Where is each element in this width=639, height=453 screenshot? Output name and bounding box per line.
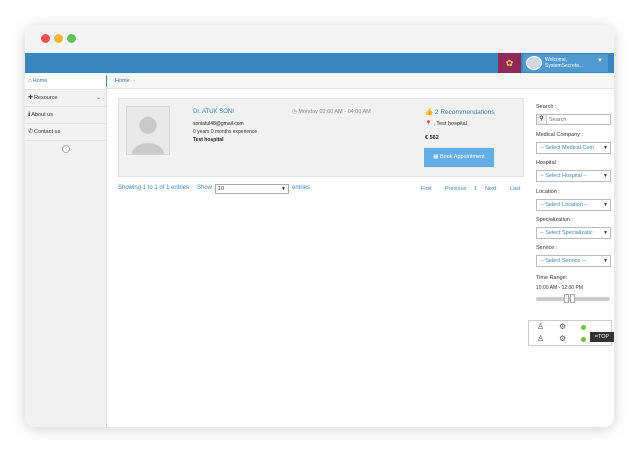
- gift-icon[interactable]: ✿: [498, 53, 521, 73]
- clock-icon: ◷: [292, 109, 297, 115]
- doctor-name-link[interactable]: Dr. ATUK SONI: [193, 109, 234, 115]
- doctor-photo: [126, 106, 170, 155]
- breadcrumb: Home ›: [107, 73, 614, 89]
- specialization-label: Specialization :: [536, 217, 573, 223]
- online-status-dot: [581, 337, 586, 342]
- specialization-select[interactable]: -- Select Specializatic ▼: [536, 227, 611, 239]
- time-range-slider-handle-start[interactable]: [564, 294, 569, 303]
- search-icon: ⚲: [537, 115, 547, 124]
- schedule-text: Monday 02:00 AM - 04:00 AM: [298, 109, 371, 115]
- pagination-first[interactable]: First: [421, 186, 432, 192]
- close-window-button[interactable]: [41, 34, 50, 43]
- sidebar-item-about[interactable]: ℹAbout us: [25, 107, 106, 124]
- gear-icon[interactable]: ⚙: [559, 334, 566, 344]
- doctor-email: soniatul48@gmail.com: [193, 121, 244, 127]
- location-text: , Test hospital: [433, 121, 467, 127]
- show-label: Show: [197, 185, 213, 191]
- sidebar-collapse-button[interactable]: ‹: [62, 145, 70, 153]
- sidebar-item-contact[interactable]: ✆Contact us: [25, 124, 106, 141]
- service-label: Service :: [536, 245, 558, 251]
- entries-label: entries: [292, 185, 311, 191]
- book-appointment-button[interactable]: ▦ Book Appointment: [424, 148, 494, 167]
- top-navbar: ✿ Welcome, SystemSecreta... ▼: [25, 53, 614, 73]
- caret-down-icon: ▼: [281, 186, 286, 192]
- sidebar-item-resource[interactable]: ✚Resource ⌄: [25, 90, 106, 107]
- caret-down-icon: ▼: [597, 58, 603, 64]
- chevron-down-icon: ⌄: [95, 95, 101, 101]
- location-select[interactable]: -- Select Location -- ▼: [536, 199, 611, 211]
- time-range-value: 10:00 AM - 12:00 PM: [536, 285, 583, 291]
- search-label: Search :: [536, 104, 557, 110]
- window-titlebar: [25, 25, 614, 53]
- entries-info: Showing 1 to 1 of 1 entries: [118, 185, 190, 191]
- time-range-slider-handle-end[interactable]: [570, 294, 575, 303]
- location-value: -- Select Location --: [540, 202, 588, 208]
- thumbs-up-icon: 👍: [425, 109, 434, 116]
- browser-window: ✿ Welcome, SystemSecreta... ▼ ⌂Home ✚Res…: [25, 25, 614, 427]
- filter-panel: Search : ⚲ Medical Company : -- Select M…: [533, 99, 614, 317]
- profile-placeholder-icon: [127, 107, 169, 154]
- hospital-select[interactable]: -- Select Hospital -- ▼: [536, 170, 611, 182]
- service-value: -- Select Service --: [540, 258, 586, 264]
- gear-icon[interactable]: ⚙: [559, 322, 566, 332]
- username-text: SystemSecreta...: [545, 63, 584, 69]
- online-status-dot: [581, 325, 586, 330]
- entries-value: 10: [218, 186, 225, 192]
- caret-down-icon: ▼: [602, 256, 608, 266]
- caret-down-icon: ▼: [602, 171, 608, 181]
- info-icon: ℹ: [28, 112, 31, 118]
- back-to-top-button[interactable]: =TOP: [590, 332, 614, 342]
- caret-down-icon: ▼: [602, 200, 608, 210]
- medical-company-select[interactable]: -- Select Medical Com ▼: [536, 142, 611, 154]
- calendar-icon: ▦: [433, 154, 439, 160]
- minimize-window-button[interactable]: [54, 34, 63, 43]
- sidebar: ⌂Home ✚Resource ⌄ ℹAbout us ✆Contact us …: [25, 73, 111, 427]
- recommendations-link[interactable]: 👍 2 Recommendations: [425, 108, 495, 116]
- specialization-value: -- Select Specializatic: [540, 230, 593, 236]
- recommendations-text: 2 Recommendations: [434, 109, 495, 116]
- user-icon[interactable]: ♙: [537, 322, 544, 332]
- sidebar-item-label: About us: [31, 112, 53, 118]
- hospital-label: Hospital :: [536, 160, 559, 166]
- medical-company-value: -- Select Medical Com: [540, 145, 595, 151]
- doctor-schedule: ◷ Monday 02:00 AM - 04:00 AM: [292, 109, 371, 115]
- caret-down-icon: ▼: [602, 143, 608, 153]
- sidebar-item-label: Contact us: [34, 129, 61, 135]
- hospital-value: -- Select Hospital --: [540, 173, 588, 179]
- map-marker-icon: 📍: [425, 121, 432, 127]
- plus-icon: ✚: [28, 95, 34, 101]
- user-menu[interactable]: Welcome, SystemSecreta... ▼: [523, 54, 608, 72]
- doctor-experience: 0 years 0 months experience: [193, 129, 258, 135]
- pagination-current[interactable]: 1: [474, 186, 477, 192]
- search-box: ⚲: [536, 114, 611, 125]
- doctor-card: Dr. ATUK SONI soniatul48@gmail.com 0 yea…: [118, 98, 524, 177]
- caret-down-icon: ▼: [602, 228, 608, 238]
- breadcrumb-separator: ›: [133, 78, 136, 84]
- book-appointment-label: Book Appointment: [440, 154, 485, 160]
- pagination-previous[interactable]: Previous: [445, 186, 466, 192]
- user-icon[interactable]: ♙: [537, 334, 544, 344]
- doctor-hospital: Test hospital: [193, 137, 224, 143]
- sidebar-item-label: Resource: [34, 95, 58, 101]
- medical-company-label: Medical Company :: [536, 132, 584, 138]
- home-icon: ⌂: [28, 78, 32, 84]
- service-select[interactable]: -- Select Service -- ▼: [536, 255, 611, 267]
- location-label: Location :: [536, 189, 560, 195]
- sidebar-item-home[interactable]: ⌂Home: [25, 73, 111, 90]
- avatar: [526, 56, 542, 70]
- pagination-next[interactable]: Next: [485, 186, 496, 192]
- doctor-location: 📍 , Test hospital: [425, 121, 467, 127]
- maximize-window-button[interactable]: [67, 34, 76, 43]
- consultation-price: € 562: [425, 135, 439, 141]
- sidebar-item-label: Home: [32, 78, 48, 84]
- breadcrumb-home-link[interactable]: Home: [115, 78, 130, 84]
- search-input[interactable]: [549, 116, 609, 123]
- phone-icon: ✆: [28, 129, 34, 135]
- pagination-last[interactable]: Last: [510, 186, 520, 192]
- time-range-label: Time Range:: [536, 275, 568, 281]
- entries-per-page-select[interactable]: 10 ▼: [215, 184, 289, 194]
